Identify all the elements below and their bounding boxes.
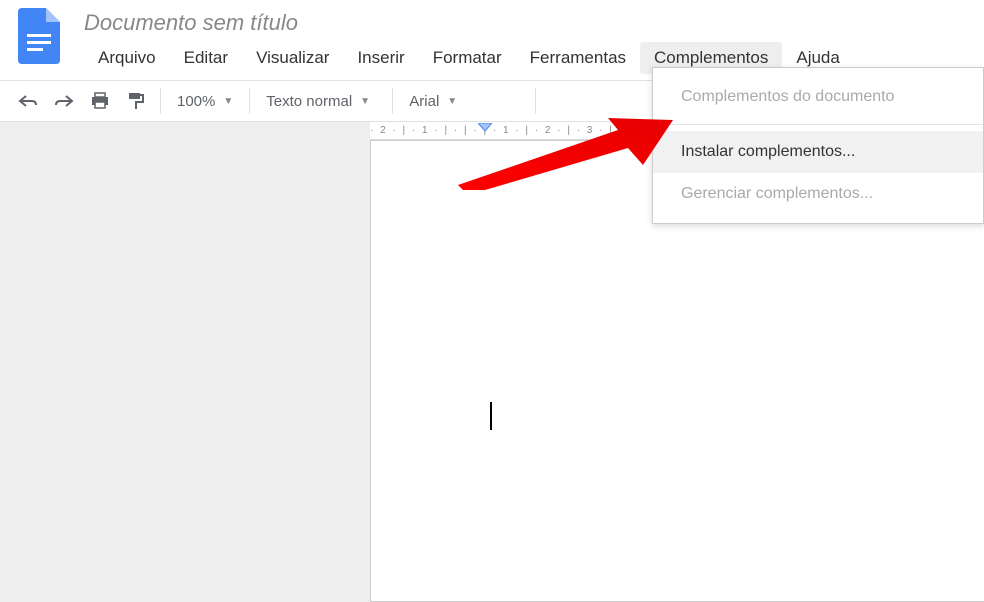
menu-editar[interactable]: Editar	[170, 42, 242, 74]
menu-arquivo[interactable]: Arquivo	[84, 42, 170, 74]
app-header: Documento sem título Arquivo Editar Visu…	[0, 0, 984, 74]
indent-marker[interactable]	[478, 122, 492, 134]
toolbar-separator	[160, 88, 161, 114]
print-button[interactable]	[82, 86, 118, 116]
chevron-down-icon: ▼	[447, 96, 457, 107]
zoom-select[interactable]: 100% ▼	[167, 87, 243, 116]
dropdown-item-manage-addons[interactable]: Gerenciar complementos...	[653, 173, 983, 215]
toolbar-separator	[392, 88, 393, 114]
toolbar-separator	[535, 88, 536, 114]
dropdown-separator	[653, 124, 983, 125]
dropdown-item-install-addons[interactable]: Instalar complementos...	[653, 131, 983, 173]
google-docs-icon[interactable]	[18, 8, 60, 64]
complementos-dropdown: Complementos do documento Instalar compl…	[652, 67, 984, 224]
chevron-down-icon: ▼	[223, 96, 233, 107]
text-cursor	[490, 402, 492, 430]
undo-button[interactable]	[10, 87, 46, 115]
menu-inserir[interactable]: Inserir	[343, 42, 418, 74]
ruler-marks: · 2 · | · 1 · | · | · | · 1 · | · 2 · | …	[370, 125, 698, 136]
font-select[interactable]: Arial ▼	[399, 87, 529, 116]
redo-button[interactable]	[46, 87, 82, 115]
font-value: Arial	[409, 93, 439, 110]
style-value: Texto normal	[266, 93, 352, 110]
document-title[interactable]: Documento sem título	[84, 8, 984, 40]
chevron-down-icon: ▼	[360, 96, 370, 107]
zoom-value: 100%	[177, 93, 215, 110]
paint-format-button[interactable]	[118, 85, 154, 117]
toolbar-separator	[249, 88, 250, 114]
menu-ferramentas[interactable]: Ferramentas	[516, 42, 640, 74]
menu-formatar[interactable]: Formatar	[419, 42, 516, 74]
menu-visualizar[interactable]: Visualizar	[242, 42, 343, 74]
paragraph-style-select[interactable]: Texto normal ▼	[256, 87, 386, 116]
header-content: Documento sem título Arquivo Editar Visu…	[84, 8, 984, 74]
dropdown-item-document-addons[interactable]: Complementos do documento	[653, 76, 983, 118]
